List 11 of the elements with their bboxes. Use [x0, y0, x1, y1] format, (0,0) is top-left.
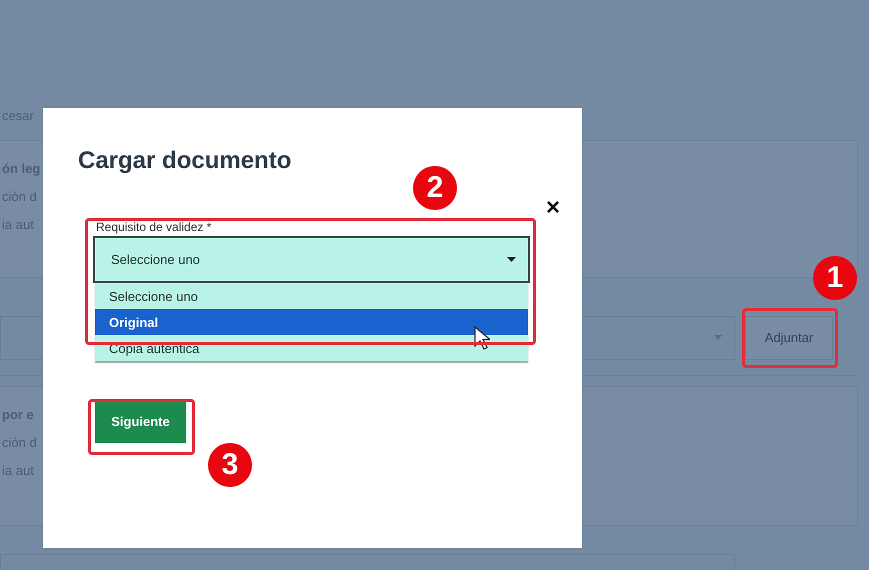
pointer-icon: [474, 326, 490, 350]
dropdown-option[interactable]: Original: [95, 309, 528, 335]
close-button[interactable]: ×: [546, 196, 560, 220]
validity-select[interactable]: Seleccione uno: [93, 236, 530, 283]
dropdown-option[interactable]: Seleccione uno: [95, 283, 528, 309]
step-badge: 1: [813, 256, 857, 300]
caret-icon: [714, 335, 722, 340]
dialog-title: Cargar documento: [78, 146, 292, 176]
field-label: Requisito de validez *: [95, 220, 212, 234]
next-button[interactable]: Siguiente: [95, 399, 186, 443]
caret-icon: [507, 257, 516, 262]
